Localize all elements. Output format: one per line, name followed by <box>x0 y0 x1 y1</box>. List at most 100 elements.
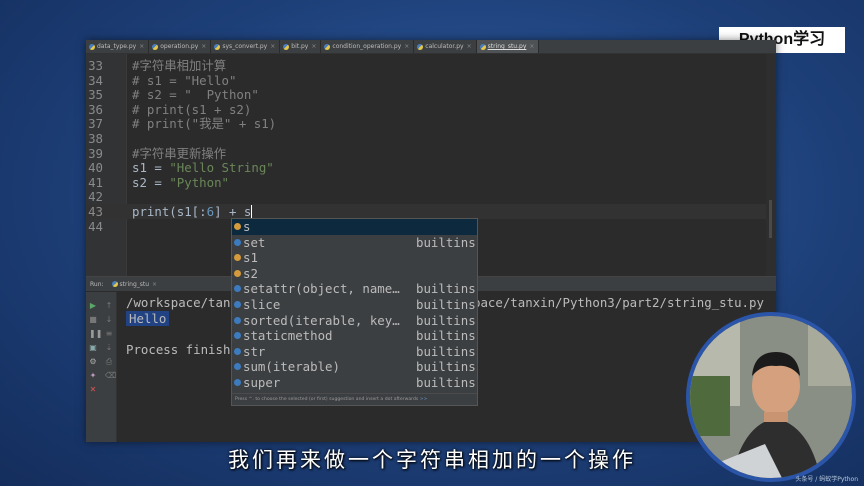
class-icon <box>234 347 241 355</box>
function-icon <box>234 285 241 293</box>
text-caret <box>251 205 253 218</box>
code-text: # print(s1 + s2) <box>132 102 251 117</box>
variable-icon <box>234 269 241 277</box>
line-number: 34 <box>88 72 103 88</box>
close-icon[interactable]: × <box>201 43 206 50</box>
python-file-icon <box>324 43 331 50</box>
python-file-icon <box>283 43 290 50</box>
code-text: s1 = "Hello String" <box>132 160 274 175</box>
line-number: 39 <box>88 145 103 161</box>
wrap-icon[interactable]: ≡ <box>105 330 113 338</box>
line-number: 44 <box>88 218 103 234</box>
code-text: # s2 = " Python" <box>132 87 259 102</box>
close-icon[interactable]: × <box>152 281 157 288</box>
close-icon[interactable]: × <box>529 43 534 50</box>
editor-tab-label: string_stu.py <box>487 43 527 50</box>
arrow-down-icon[interactable]: ↓ <box>105 316 113 324</box>
suggestion-item[interactable]: super builtins <box>232 375 477 391</box>
editor-tab-label: bit.py <box>291 43 309 50</box>
code-token: # s2 = " Python" <box>132 87 259 103</box>
line-number: 33 <box>88 58 103 73</box>
run-label: Run: <box>90 280 104 288</box>
scroll-end-icon[interactable]: ⇣ <box>105 344 113 352</box>
editor-tab[interactable]: sys_convert.py × <box>211 40 281 53</box>
editor-tab[interactable]: condition_operation.py × <box>321 40 415 53</box>
code-token: print(s1[: <box>132 204 207 219</box>
code-text: #字符串更新操作 <box>132 146 226 161</box>
output-path-left: /workspace/tanx <box>126 295 238 310</box>
variable-icon <box>234 254 241 262</box>
editor-tab-label: data_type.py <box>97 43 137 50</box>
rerun-icon[interactable]: ▶ <box>89 302 97 310</box>
suggestion-item[interactable]: sum(iterable) builtins <box>232 359 477 375</box>
code-line[interactable]: 36 # print(s1 + s2) <box>86 102 766 117</box>
python-file-icon <box>417 43 424 50</box>
dump-threads-icon[interactable]: ▣ <box>89 344 97 352</box>
close-icon[interactable]: × <box>404 43 409 50</box>
arrow-up-icon[interactable]: ↑ <box>105 302 113 310</box>
suggestion-item[interactable]: s1 <box>232 250 477 266</box>
code-token: ] + s <box>214 204 252 219</box>
stop-icon[interactable]: ■ <box>89 316 97 324</box>
code-line[interactable]: 40 s1 = "Hello String" <box>86 160 766 175</box>
pause-icon[interactable]: ❚❚ <box>89 330 102 338</box>
code-line[interactable]: 35 # s2 = " Python" <box>86 87 766 102</box>
variable-icon <box>234 223 241 230</box>
editor-tab[interactable]: data_type.py × <box>86 40 150 53</box>
editor-tab[interactable]: operation.py × <box>149 40 212 53</box>
code-text: # s1 = "Hello" <box>132 73 236 88</box>
suggestion-item[interactable]: sorted(iterable, key… builtins <box>232 313 477 329</box>
suggestion-item[interactable]: setattr(object, name… builtins <box>232 281 477 297</box>
code-line[interactable]: 33 #字符串相加计算 <box>86 58 766 73</box>
suggestion-name: super <box>243 374 281 390</box>
popup-hint-text: Press ^. to choose the selected (or firs… <box>235 397 419 402</box>
code-token: s2 = <box>132 174 170 190</box>
editor-tab-bar: data_type.py × operation.py × sys_convert.py… <box>86 40 776 54</box>
suggestion-scope: builtins <box>416 312 476 328</box>
close-icon[interactable]: × <box>139 43 144 50</box>
code-line[interactable]: 37 # print("我是" + s1) <box>86 116 766 131</box>
suggestion-item[interactable]: str builtins <box>232 344 477 360</box>
close-icon[interactable]: × <box>311 43 316 50</box>
pin-icon[interactable]: ✦ <box>89 372 97 380</box>
selected-output-text[interactable]: Hello <box>126 311 170 326</box>
suggestion-item[interactable]: s2 <box>232 266 477 282</box>
print-icon[interactable]: ⎙ <box>105 358 113 366</box>
function-icon <box>234 363 241 371</box>
suggestion-item[interactable]: slice builtins <box>232 297 477 313</box>
suggestion-item[interactable]: staticmethod builtins <box>232 328 477 344</box>
code-token: 6 <box>206 204 215 219</box>
close-icon[interactable]: × <box>467 43 472 50</box>
editor-scrollbar[interactable] <box>766 54 776 276</box>
code-line[interactable]: 38 <box>86 131 766 146</box>
clear-icon[interactable]: ⌫ <box>105 372 116 380</box>
settings-icon[interactable]: ⚙ <box>89 358 97 366</box>
editor-tab[interactable]: calculator.py × <box>414 40 477 53</box>
popup-hint-link[interactable]: >> <box>420 397 428 402</box>
suggestion-item[interactable]: s <box>232 219 477 235</box>
code-token: #字符串更新操作 <box>132 145 227 161</box>
suggestion-name: s <box>243 219 251 234</box>
code-text: #字符串相加计算 <box>132 58 226 73</box>
run-toolbar: ▶ ■ ❚❚ ▣ ⚙ ✦ ✕ <box>86 292 102 442</box>
code-token: # print("我是" + s1) <box>132 116 277 132</box>
code-line[interactable]: 43 print(s1[:6] + s <box>86 204 766 219</box>
close-icon[interactable]: × <box>270 43 275 50</box>
editor-tab[interactable]: string_stu.py × <box>476 40 540 53</box>
editor-tab[interactable]: bit.py × <box>280 40 322 53</box>
suggestion-item[interactable]: set builtins <box>232 235 477 251</box>
code-text: s2 = "Python" <box>132 175 229 190</box>
suggestion-scope: builtins <box>416 359 476 375</box>
code-token: "Hello String" <box>169 160 274 176</box>
editor-tab-label: sys_convert.py <box>222 43 268 50</box>
code-line[interactable]: 41 s2 = "Python" <box>86 175 766 190</box>
code-line[interactable]: 39 #字符串更新操作 <box>86 146 766 161</box>
class-icon <box>234 378 241 386</box>
code-line[interactable]: 42 <box>86 189 766 204</box>
run-tab-string-stu[interactable]: string_stu × <box>111 280 157 288</box>
code-text: print(s1[:6] + s <box>132 204 253 219</box>
close-run-icon[interactable]: ✕ <box>89 386 97 394</box>
popup-footer-hint: Press ^. to choose the selected (or firs… <box>232 393 477 405</box>
run-tab-label: string_stu <box>119 280 150 288</box>
code-line[interactable]: 34 # s1 = "Hello" <box>86 73 766 88</box>
